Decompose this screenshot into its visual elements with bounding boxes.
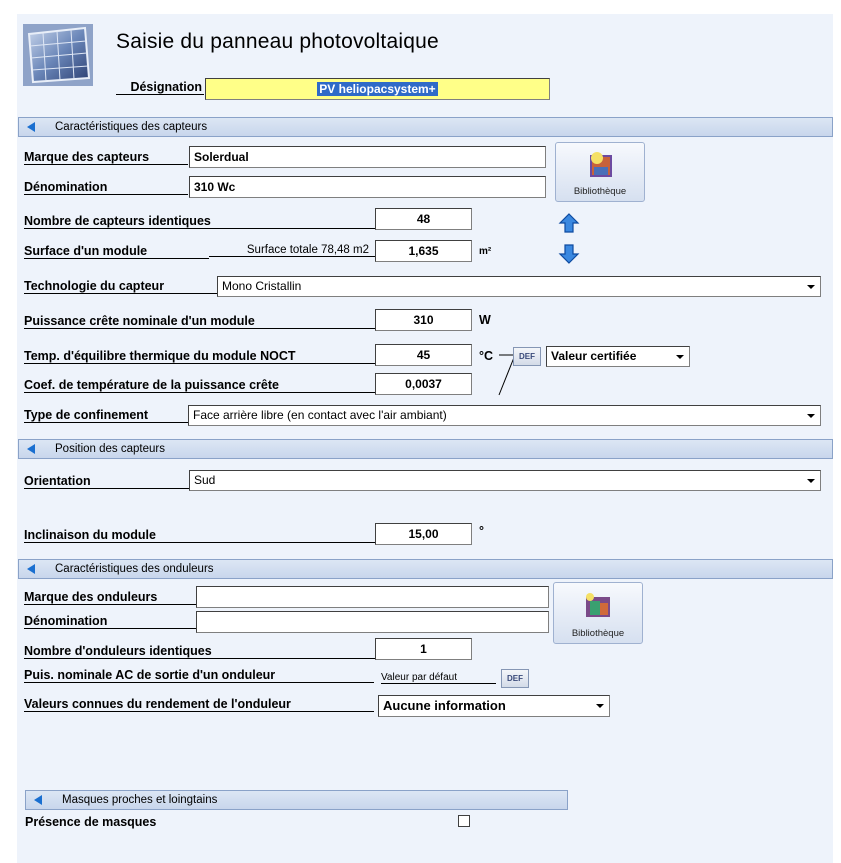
section-onduleurs-title: Caractéristiques des onduleurs <box>55 563 214 575</box>
valeur-certifiee-select[interactable]: Valeur certifiée <box>546 346 690 367</box>
pv-panel-form: Saisie du panneau photovoltaique Désigna… <box>17 14 833 863</box>
puis-default-text: Valeur par défaut <box>381 672 496 684</box>
rendement-label: Valeurs connues du rendement de l'ondule… <box>24 697 374 712</box>
denomination-onduleurs-input[interactable] <box>196 611 549 633</box>
rendement-select[interactable]: Aucune information <box>378 695 610 717</box>
nombre-onduleurs-label: Nombre d'onduleurs identiques <box>24 644 377 659</box>
def-button-onduleurs[interactable]: DEF <box>501 669 529 688</box>
noct-unit: °C <box>479 349 494 363</box>
collapse-arrow-icon <box>34 795 42 805</box>
page-title: Saisie du panneau photovoltaique <box>116 30 439 53</box>
valeur-certifiee-value: Valeur certifiée <box>551 349 637 363</box>
technologie-label: Technologie du capteur <box>24 279 217 294</box>
inclinaison-input[interactable]: 15,00 <box>375 523 472 545</box>
section-capteurs[interactable]: Caractéristiques des capteurs <box>18 117 833 137</box>
section-position-title: Position des capteurs <box>55 443 165 455</box>
chevron-down-icon <box>803 407 819 424</box>
library-button-capteurs[interactable]: Bibliothèque <box>555 142 645 202</box>
inclinaison-unit: ° <box>479 524 484 538</box>
marque-capteurs-label: Marque des capteurs <box>24 150 188 165</box>
def-button-capteurs[interactable]: DEF <box>513 347 541 366</box>
orientation-select[interactable]: Sud <box>189 470 821 491</box>
marque-onduleurs-input[interactable] <box>196 586 549 608</box>
noct-label: Temp. d'équilibre thermique du module NO… <box>24 349 377 364</box>
denomination-capteurs-label: Dénomination <box>24 180 188 195</box>
nombre-capteurs-input[interactable]: 48 <box>375 208 472 230</box>
puissance-unit: W <box>479 313 491 327</box>
denomination-onduleurs-label: Dénomination <box>24 614 196 629</box>
puis-nominale-label: Puis. nominale AC de sortie d'un onduleu… <box>24 668 374 683</box>
designation-field[interactable]: PV heliopacsystem+ <box>205 78 550 100</box>
presence-masques-checkbox[interactable] <box>458 815 470 827</box>
nombre-capteurs-label: Nombre de capteurs identiques <box>24 214 377 229</box>
orientation-value: Sud <box>194 473 216 487</box>
collapse-arrow-icon <box>27 122 35 132</box>
chevron-down-icon <box>803 278 819 295</box>
library-button-capteurs-label: Bibliothèque <box>573 186 627 197</box>
chevron-down-icon <box>592 697 608 714</box>
move-down-button[interactable] <box>558 243 580 265</box>
surface-module-input[interactable]: 1,635 <box>375 240 472 262</box>
section-onduleurs[interactable]: Caractéristiques des onduleurs <box>18 559 833 579</box>
puissance-label: Puissance crête nominale d'un module <box>24 314 377 329</box>
marque-onduleurs-label: Marque des onduleurs <box>24 590 196 605</box>
rendement-value: Aucune information <box>383 698 506 713</box>
denomination-capteurs-input[interactable]: 310 Wc <box>189 176 546 198</box>
surface-totale-text: Surface totale 78,48 m2 <box>209 244 375 257</box>
library-icon <box>586 593 610 617</box>
surface-unit: m² <box>479 246 492 257</box>
surface-module-label: Surface d'un module <box>24 244 209 259</box>
inclinaison-label: Inclinaison du module <box>24 528 377 543</box>
presence-masques-label: Présence de masques <box>25 815 157 829</box>
move-up-button[interactable] <box>558 212 580 234</box>
library-button-onduleurs[interactable]: Bibliothèque <box>553 582 643 644</box>
section-capteurs-title: Caractéristiques des capteurs <box>55 121 208 133</box>
designation-value: PV heliopacsystem+ <box>317 82 438 96</box>
chevron-down-icon <box>672 348 688 365</box>
arrow-up-icon <box>558 213 580 233</box>
confinement-label: Type de confinement <box>24 408 189 423</box>
technologie-value: Mono Cristallin <box>222 279 302 293</box>
confinement-value: Face arrière libre (en contact avec l'ai… <box>193 408 447 422</box>
confinement-select[interactable]: Face arrière libre (en contact avec l'ai… <box>188 405 821 426</box>
puissance-input[interactable]: 310 <box>375 309 472 331</box>
library-icon <box>590 152 612 177</box>
designation-label: Désignation <box>116 80 204 95</box>
arrow-down-icon <box>558 244 580 264</box>
collapse-arrow-icon <box>27 444 35 454</box>
marque-capteurs-input[interactable]: Solerdual <box>189 146 546 168</box>
technologie-select[interactable]: Mono Cristallin <box>217 276 821 297</box>
collapse-arrow-icon <box>27 564 35 574</box>
chevron-down-icon <box>803 472 819 489</box>
noct-input[interactable]: 45 <box>375 344 472 366</box>
section-masques-title: Masques proches et loingtains <box>62 794 218 806</box>
library-button-onduleurs-label: Bibliothèque <box>571 628 625 639</box>
orientation-label: Orientation <box>24 474 190 489</box>
section-masques[interactable]: Masques proches et loingtains <box>25 790 568 810</box>
section-position[interactable]: Position des capteurs <box>18 439 833 459</box>
solar-panel-logo-icon <box>23 24 93 86</box>
nombre-onduleurs-input[interactable]: 1 <box>375 638 472 660</box>
coef-input[interactable]: 0,0037 <box>375 373 472 395</box>
coef-label: Coef. de température de la puissance crê… <box>24 378 377 393</box>
